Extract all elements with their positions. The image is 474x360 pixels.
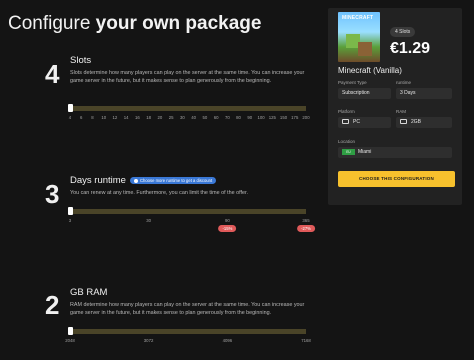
slots-tick: 60 bbox=[213, 115, 219, 120]
ram-number: 2 bbox=[45, 290, 60, 320]
runtime-description: You can renew at any time. Furthermore, … bbox=[70, 190, 248, 196]
payment-type-value: Subscription bbox=[338, 88, 391, 99]
slots-ticks: 4 6 8 10 12 14 16 18 20 25 30 40 50 60 70 80 90 100 125 150… bbox=[68, 115, 310, 123]
runtime-heading-label: Days runtime bbox=[70, 175, 126, 186]
ram-description: RAM determine how many players can play … bbox=[70, 302, 305, 317]
location-value-text: Miami bbox=[358, 149, 372, 155]
runtime-label: runtime bbox=[396, 80, 412, 85]
game-name: Minecraft (Vanilla) bbox=[338, 66, 402, 75]
runtime-discount-badge-label: Choose more runtime to get a discount bbox=[139, 177, 213, 183]
slots-tick: 200 bbox=[302, 115, 310, 120]
summary-panel: MINECRAFT 4 Slots €1.29 Minecraft (Vanil… bbox=[328, 8, 462, 205]
page-title-bold: your own package bbox=[95, 13, 262, 34]
slots-tick: 8 bbox=[91, 115, 94, 120]
slots-count-badge: 4 Slots bbox=[390, 27, 416, 37]
runtime-ticks: 3 30 90 365 -15% -27% bbox=[68, 218, 315, 232]
slots-tick: 80 bbox=[236, 115, 241, 120]
slots-tick: 14 bbox=[123, 115, 129, 120]
slots-tick: 25 bbox=[168, 115, 174, 120]
slots-tick: 30 bbox=[179, 115, 185, 120]
slots-tick: 125 bbox=[268, 115, 276, 120]
platform-label: Platform bbox=[338, 109, 355, 114]
runtime-slider[interactable] bbox=[68, 207, 306, 215]
runtime-value: 3 Days bbox=[396, 88, 452, 99]
runtime-discount-pill: -15% bbox=[218, 225, 237, 232]
slots-tick: 16 bbox=[135, 115, 140, 120]
ram-tick: 4096 bbox=[222, 338, 233, 343]
location-flag-icon: EU bbox=[342, 148, 355, 155]
ram-label: RAM bbox=[396, 109, 406, 114]
slots-tick: 12 bbox=[112, 115, 118, 120]
slots-tick: 20 bbox=[157, 115, 163, 120]
dirt-block-art bbox=[358, 42, 372, 56]
slots-description: Slots determine how many players can pla… bbox=[70, 70, 305, 85]
slots-tick: 6 bbox=[80, 115, 83, 120]
ram-tick: 3072 bbox=[143, 338, 154, 343]
slots-tick: 4 bbox=[68, 115, 72, 120]
platform-value-text: PC bbox=[353, 119, 360, 125]
page-title: Configure your own package bbox=[8, 13, 261, 35]
ram-heading: GB RAM bbox=[70, 287, 108, 298]
slots-number: 4 bbox=[45, 59, 60, 89]
runtime-heading: Days runtime Choose more runtime to get a… bbox=[70, 175, 217, 186]
ram-value: 2GB bbox=[396, 117, 452, 128]
payment-type-label: Payment Type bbox=[338, 80, 367, 85]
game-thumbnail: MINECRAFT bbox=[338, 12, 380, 62]
slots-heading: Slots bbox=[70, 55, 92, 66]
runtime-tick: 30 bbox=[146, 218, 151, 223]
game-logo: MINECRAFT bbox=[342, 15, 374, 21]
slots-tick: 150 bbox=[279, 115, 288, 120]
ram-slider[interactable] bbox=[68, 327, 306, 335]
runtime-discount-badge[interactable]: Choose more runtime to get a discount bbox=[129, 176, 217, 184]
slots-tick: 40 bbox=[191, 115, 196, 120]
runtime-tick: 365 bbox=[302, 218, 310, 223]
price: €1.29 bbox=[390, 40, 431, 57]
runtime-tick: 3 bbox=[68, 218, 72, 223]
memory-icon bbox=[400, 119, 407, 125]
location-label: Location bbox=[338, 139, 356, 144]
choose-configuration-button[interactable]: CHOOSE THIS CONFIGURATION bbox=[338, 171, 455, 187]
ram-tick: 2048 bbox=[65, 338, 75, 343]
info-icon bbox=[133, 178, 138, 183]
slots-slider[interactable] bbox=[68, 104, 306, 112]
slots-tick: 70 bbox=[224, 115, 230, 120]
page-title-plain: Configure bbox=[8, 13, 96, 34]
monitor-icon bbox=[342, 119, 349, 125]
runtime-discount-pill: -27% bbox=[297, 225, 315, 232]
slots-tick: 10 bbox=[101, 115, 107, 120]
slots-tick: 175 bbox=[291, 115, 299, 120]
platform-value: PC bbox=[338, 117, 391, 128]
ram-value-text: 2GB bbox=[411, 119, 422, 125]
slots-slider-handle[interactable] bbox=[68, 104, 73, 112]
runtime-tick: 90 bbox=[225, 218, 230, 223]
runtime-slider-handle[interactable] bbox=[68, 207, 73, 215]
ram-slider-handle[interactable] bbox=[68, 327, 73, 335]
slots-tick: 18 bbox=[146, 115, 152, 120]
ram-ticks: 2048 3072 4096 7168 bbox=[65, 338, 311, 346]
location-value: EU Miami bbox=[338, 147, 452, 158]
slots-tick: 100 bbox=[257, 115, 265, 120]
ram-tick: 7168 bbox=[301, 338, 311, 343]
runtime-number: 3 bbox=[45, 179, 60, 209]
slots-tick: 90 bbox=[247, 115, 253, 120]
slots-tick: 50 bbox=[202, 115, 208, 120]
